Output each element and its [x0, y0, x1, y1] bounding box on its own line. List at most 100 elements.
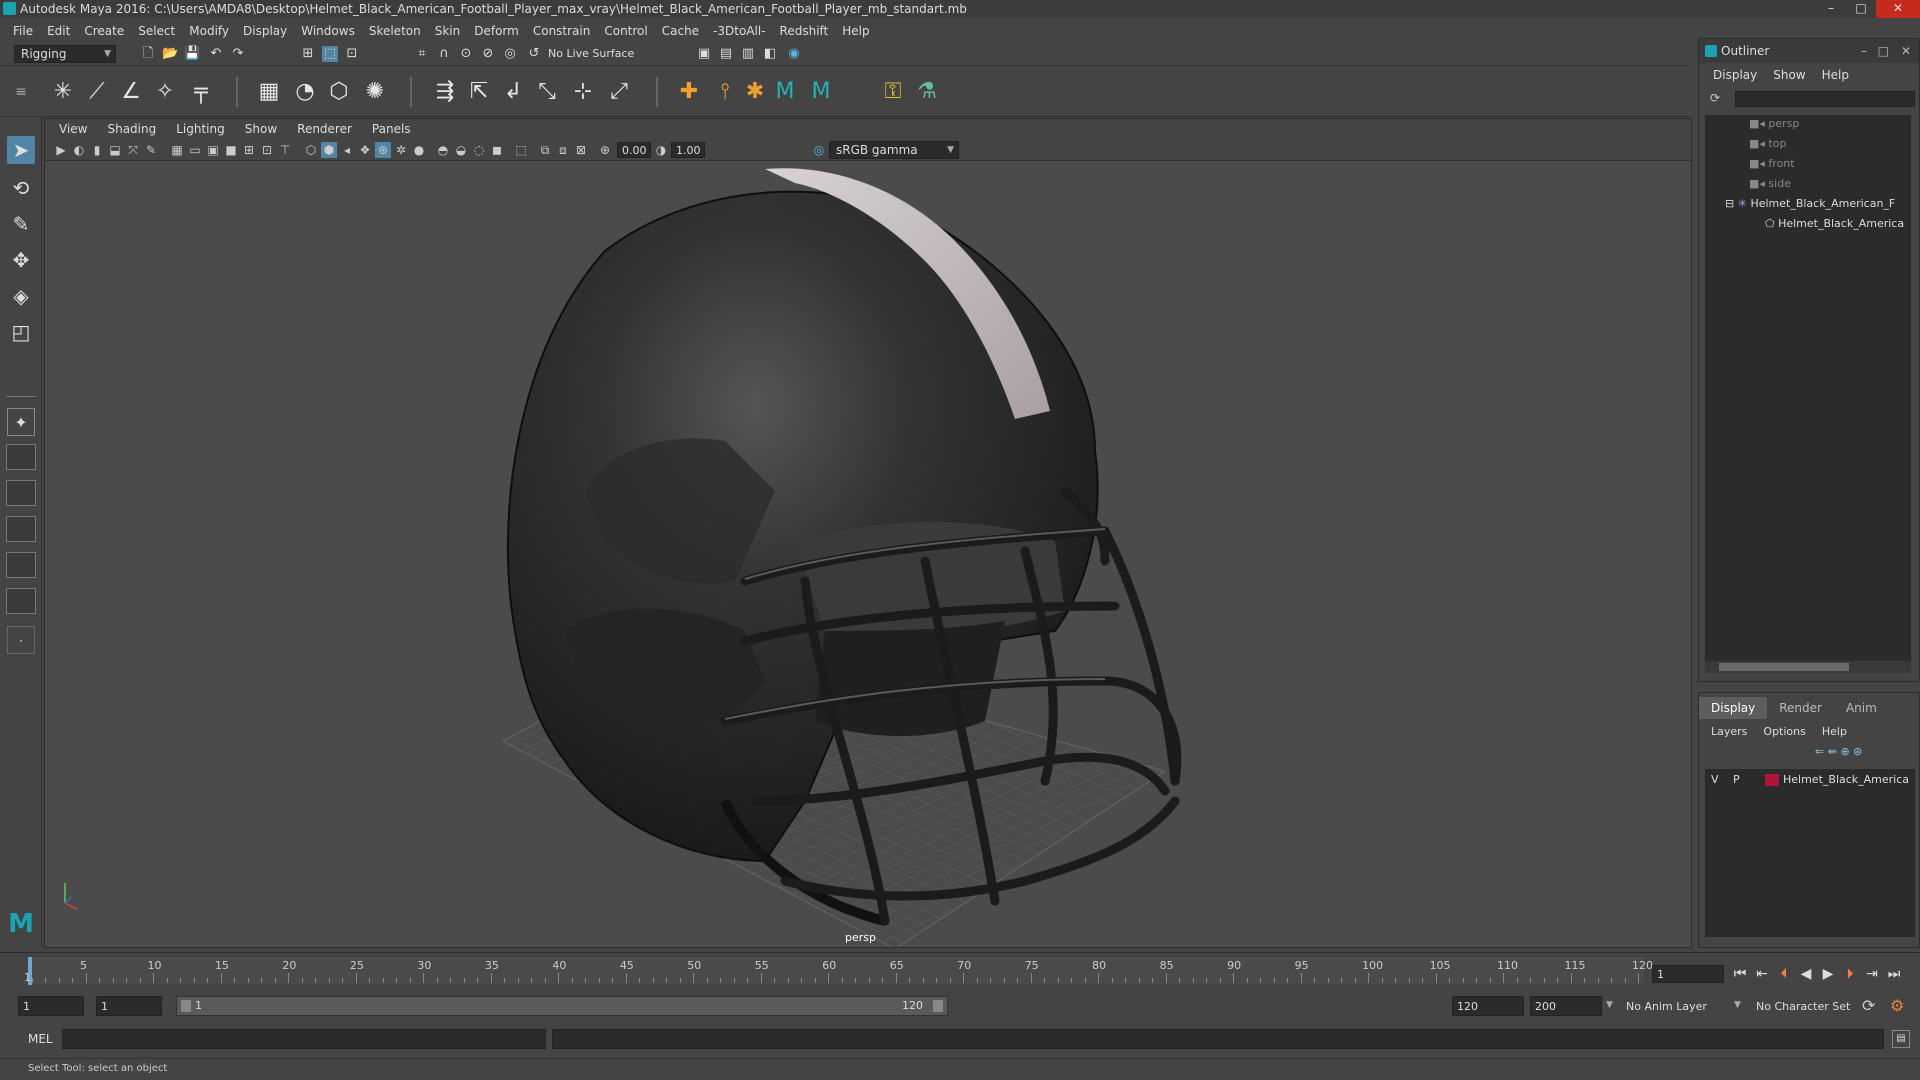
constraint-point-icon[interactable]: ⇱ — [466, 79, 492, 105]
layer-visibility-toggle[interactable]: V — [1711, 769, 1719, 791]
menu-select[interactable]: Select — [131, 24, 182, 38]
tab-render[interactable]: Render — [1767, 697, 1834, 719]
hik-icon[interactable]: M — [772, 79, 798, 105]
exposure-icon[interactable]: ⊕ — [597, 142, 613, 158]
new-layer-selected-icon[interactable]: ⊛ — [1853, 745, 1862, 758]
side-by-side-layout-icon[interactable] — [6, 480, 36, 506]
menu-file[interactable]: File — [6, 24, 40, 38]
exposure-field[interactable]: 0.00 — [617, 142, 651, 158]
menu-modify[interactable]: Modify — [182, 24, 236, 38]
bookmark-icon[interactable]: ▮ — [89, 142, 105, 158]
wrap-icon[interactable]: ◔ — [292, 79, 318, 105]
outliner-item-group[interactable]: ⊟ ✳ Helmet_Black_American_F — [1725, 195, 1895, 213]
menu-windows[interactable]: Windows — [294, 24, 362, 38]
cross-joint-icon[interactable]: ✚ — [676, 79, 702, 105]
outliner-hscrollbar[interactable] — [1705, 661, 1911, 673]
animation-prefs-icon[interactable]: ⚙ — [1890, 996, 1904, 1015]
close-icon[interactable]: ✕ — [1901, 39, 1911, 63]
rotate-tool-icon[interactable]: ◈ — [7, 282, 35, 310]
shadows-icon[interactable]: ✲ — [393, 142, 409, 158]
snap-grid-icon[interactable]: ⌗ — [414, 46, 430, 62]
play-backwards-icon[interactable]: ◀ — [1796, 965, 1816, 983]
minimize-icon[interactable]: – — [1861, 39, 1867, 63]
range-end-field[interactable]: 120 — [1452, 996, 1524, 1016]
persp-graph-layout-icon[interactable] — [6, 516, 36, 542]
select-hierarchy-icon[interactable]: ⊞ — [300, 46, 316, 62]
script-language-toggle[interactable]: MEL — [28, 1032, 53, 1046]
go-to-end-icon[interactable]: ⏭ — [1884, 965, 1904, 983]
character-set-select[interactable]: No Character Set — [1756, 1000, 1850, 1013]
outliner-menu-help[interactable]: Help — [1814, 68, 1857, 82]
make-live-icon[interactable]: ↺ — [526, 46, 542, 62]
anim-layer-select[interactable]: No Anim Layer — [1626, 1000, 1707, 1013]
step-forward-key-icon[interactable]: ⇥ — [1862, 965, 1882, 983]
layer-color-swatch[interactable] — [1765, 774, 1779, 786]
go-to-start-icon[interactable]: ⏮ — [1730, 965, 1750, 983]
outliner-menu-display[interactable]: Display — [1705, 68, 1765, 82]
new-scene-icon[interactable]: 🗋 — [140, 46, 156, 62]
select-tool-icon[interactable]: ➤ — [7, 136, 35, 164]
close-button[interactable]: ✕ — [1876, 0, 1920, 18]
menu-control[interactable]: Control — [597, 24, 654, 38]
current-frame-field[interactable]: 1 — [1652, 965, 1724, 983]
move-layer-down-icon[interactable]: ⇚ — [1828, 745, 1837, 758]
locator-icon[interactable]: ╤ — [188, 79, 214, 105]
gate-mask-icon[interactable]: ■ — [223, 142, 239, 158]
step-back-key-icon[interactable]: ⇤ — [1752, 965, 1772, 983]
textured-icon[interactable]: ❖ — [357, 142, 373, 158]
maximize-icon[interactable]: □ — [1878, 39, 1889, 63]
motion-blur-icon[interactable]: ◓ — [435, 142, 451, 158]
menu-help[interactable]: Help — [835, 24, 876, 38]
hypershade-layout-icon[interactable] — [6, 588, 36, 614]
anim-end-field[interactable]: 200 — [1530, 996, 1602, 1016]
play-forwards-icon[interactable]: ▶ — [1818, 965, 1838, 983]
tab-display[interactable]: Display — [1699, 697, 1768, 719]
move-tool-icon[interactable]: ✥ — [7, 246, 35, 274]
vp-menu-lighting[interactable]: Lighting — [166, 122, 235, 136]
blend-shape-icon[interactable]: ⚗ — [914, 79, 940, 105]
refresh-icon[interactable]: ⟳ — [1707, 91, 1723, 107]
bind-skin-icon[interactable]: ⬡ — [326, 79, 352, 105]
scene-view[interactable] — [45, 161, 1692, 948]
layer-row[interactable]: V P Helmet_Black_America — [1705, 769, 1915, 791]
redo-icon[interactable]: ↷ — [230, 46, 246, 62]
hypershade-icon[interactable]: ◧ — [762, 46, 778, 62]
chevron-down-icon[interactable]: ▼ — [1734, 1000, 1741, 1010]
xray-icon[interactable]: ⬚ — [513, 142, 529, 158]
xray-components-icon[interactable]: ⧈ — [555, 142, 571, 158]
safe-title-icon[interactable]: ⊤ — [277, 142, 293, 158]
depth-of-field-icon[interactable]: ◌ — [471, 142, 487, 158]
view-transform-select[interactable]: sRGB gamma ▼ — [829, 141, 959, 159]
scrollbar-thumb[interactable] — [1719, 663, 1849, 671]
vp-menu-shading[interactable]: Shading — [97, 122, 166, 136]
paint-weights-icon[interactable]: ✺ — [362, 79, 388, 105]
range-handle-start[interactable] — [181, 1000, 191, 1012]
script-editor-icon[interactable]: ▤ — [1892, 1030, 1910, 1048]
lights-icon[interactable]: ⊛ — [375, 142, 391, 158]
persp-outliner-layout-icon[interactable] — [6, 552, 36, 578]
select-object-icon[interactable]: ⬚ — [322, 46, 338, 62]
vp-menu-view[interactable]: View — [49, 122, 97, 136]
outliner-item-persp[interactable]: ■◂ persp — [1749, 115, 1799, 133]
layer-playback-toggle[interactable]: P — [1733, 769, 1740, 791]
ipr-render-icon[interactable]: ▤ — [718, 46, 734, 62]
select-component-icon[interactable]: ⊡ — [344, 46, 360, 62]
render-frame-icon[interactable]: ▣ — [696, 46, 712, 62]
gamma-field[interactable]: 1.00 — [671, 142, 705, 158]
new-layer-icon[interactable]: ⊕ — [1840, 745, 1849, 758]
outliner-item-mesh[interactable]: ⬠ Helmet_Black_America — [1765, 215, 1904, 233]
scale-tool-icon[interactable]: ◰ — [7, 318, 35, 346]
menu-3dtoall[interactable]: -3DtoAll- — [706, 24, 772, 38]
ambient-occlusion-icon[interactable]: ● — [411, 142, 427, 158]
snap-surface-icon[interactable]: ◎ — [502, 46, 518, 62]
layer-menu-layers[interactable]: Layers — [1703, 725, 1755, 738]
menu-constrain[interactable]: Constrain — [526, 24, 598, 38]
menu-skin[interactable]: Skin — [428, 24, 468, 38]
camera-select-icon[interactable]: ▶ — [53, 142, 69, 158]
command-input[interactable] — [62, 1029, 546, 1049]
ik-handle-icon[interactable]: ⟋ — [84, 79, 110, 105]
cluster-icon[interactable]: ✧ — [152, 79, 178, 105]
outliner-item-top[interactable]: ■◂ top — [1749, 135, 1786, 153]
constraint-aim-icon[interactable]: ⊹ — [570, 79, 596, 105]
set-driven-key-icon[interactable]: ⚿ — [880, 79, 906, 105]
